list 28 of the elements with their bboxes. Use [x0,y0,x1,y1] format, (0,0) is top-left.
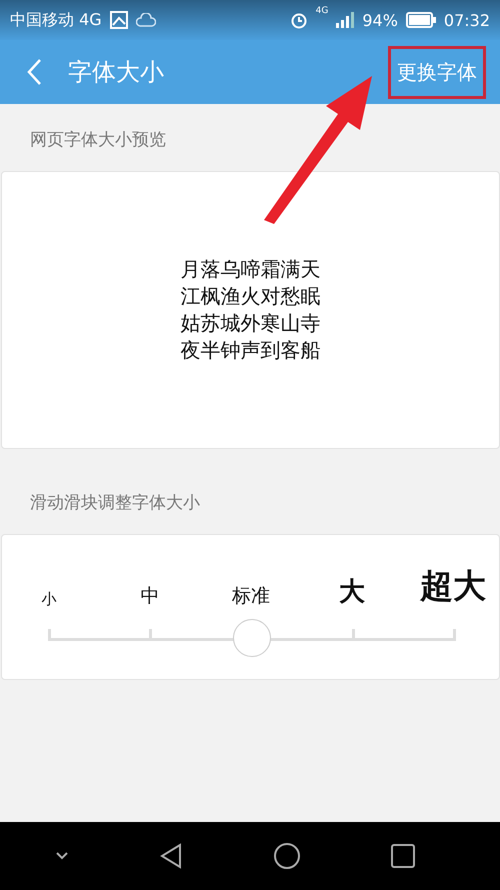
home-icon[interactable] [273,842,301,870]
alarm-icon [290,11,308,29]
poem-line: 姑苏城外寒山寺 [180,310,320,337]
page-title: 字体大小 [68,57,164,88]
poem-line: 夜半钟声到客船 [180,337,320,364]
size-label: 小 [40,590,58,609]
battery-icon [406,12,436,28]
cloud-icon [136,13,156,27]
size-label: 中 [140,584,160,609]
change-font-button[interactable]: 更换字体 [388,46,486,98]
battery-text: 94% [362,10,398,30]
recents-icon[interactable] [391,844,415,868]
image-icon [110,11,128,29]
clock-text: 07:32 [444,10,490,30]
poem-line: 江枫渔火对愁眠 [180,283,320,310]
signal-icon [336,12,354,28]
chevron-down-icon[interactable] [55,852,69,860]
slider-thumb[interactable] [232,619,270,657]
section-label: 滑动滑块调整字体大小 [29,492,201,515]
carrier-text: 中国移动 4G [10,10,102,30]
section-label: 网页字体大小预览 [29,129,167,152]
size-label: 标准 [231,584,271,609]
network-text: 4G [316,6,328,16]
back-button[interactable] [26,58,42,86]
back-icon[interactable] [159,843,183,869]
size-label: 超大 [418,565,487,607]
poem-line: 月落乌啼霜满天 [180,256,320,283]
size-label: 大 [338,576,366,609]
